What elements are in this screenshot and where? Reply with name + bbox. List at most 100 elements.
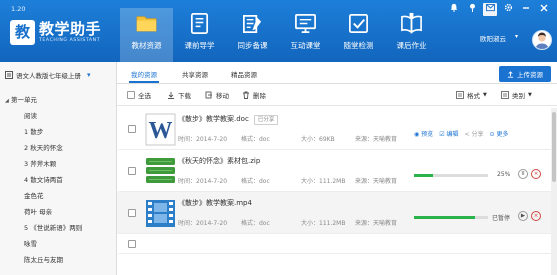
tree-item[interactable]: 金色花 <box>0 188 116 204</box>
tree-item[interactable]: 5 《世说新语》两则 <box>0 220 116 236</box>
download-icon <box>168 92 174 99</box>
resume-icon[interactable]: ▶ <box>518 211 528 221</box>
close-icon[interactable] <box>537 3 551 16</box>
file-title: 《秋天的怀念》素材包.zip <box>178 156 260 166</box>
file-list: W 《散步》教学教案.doc 已分享 时间：2014-7-20 格式：doc 大小… <box>117 108 557 254</box>
pin-icon[interactable] <box>465 3 479 16</box>
progress-status: 已暂停 <box>492 215 511 222</box>
list-item[interactable]: 《散步》教学教案.mp4 时间：2014-7-20 格式：doc 大小：111.… <box>117 192 557 234</box>
file-name: 《秋天的怀念》素材包.zip <box>178 157 261 165</box>
cancel-icon[interactable]: × <box>531 211 541 221</box>
folder-icon <box>136 16 157 32</box>
more-button[interactable]: ⊙ 更多 <box>489 129 508 138</box>
download-button[interactable]: 下载 <box>167 90 191 100</box>
file-source: 来源：天喻教育 <box>355 136 398 143</box>
chevron-down-icon: ▼ <box>483 92 487 98</box>
nav-tab-sync-prep[interactable]: 同步备课 <box>226 8 279 62</box>
avatar[interactable] <box>532 30 552 50</box>
tree-item[interactable]: 阅读 <box>0 108 116 124</box>
cancel-icon[interactable]: × <box>531 169 541 179</box>
nav-tab-textbook-resources[interactable]: 教材资源 <box>120 8 173 62</box>
checkbox[interactable] <box>127 91 135 99</box>
tree-item-label: 1 散步 <box>24 128 44 136</box>
upload-label: 上传资源 <box>517 71 543 79</box>
nav-tab-label: 互动课堂 <box>290 41 321 50</box>
message-icon[interactable] <box>483 3 497 16</box>
svg-text:W: W <box>149 118 173 144</box>
nav-tab-label: 课前导学 <box>184 41 215 50</box>
video-file-icon <box>146 200 175 227</box>
format-filter[interactable]: 格式 ▼ <box>456 90 487 100</box>
list-item[interactable]: 《秋天的怀念》素材包.zip 时间：2014-7-20 格式：doc 大小：11… <box>117 150 557 192</box>
status-badge: 已分享 <box>253 115 279 125</box>
row-checkbox[interactable] <box>128 240 136 248</box>
main-panel: 我的资源 共享资源 精品资源 上传资源 全选 下载 移动 删除 格式 ▼ 类别 … <box>117 62 557 275</box>
nav-tab-interactive-class[interactable]: 互动课堂 <box>279 8 332 62</box>
select-all-label: 全选 <box>138 92 151 100</box>
tree-item-label: 2 秋天的怀念 <box>24 144 63 152</box>
tree-item-label: 5 《世说新语》两则 <box>24 224 83 232</box>
file-name: 《散步》教学教案.mp4 <box>178 199 252 207</box>
tab-my-resources[interactable]: 我的资源 <box>129 69 159 83</box>
category-icon <box>501 91 509 99</box>
notebook-icon <box>190 13 209 34</box>
file-format: 格式：doc <box>241 220 270 227</box>
tree-item[interactable]: 陈太丘与友期 <box>0 252 116 268</box>
minimize-icon[interactable] <box>519 3 533 16</box>
category-filter[interactable]: 类别 ▼ <box>501 90 532 100</box>
format-label: 格式 <box>467 92 480 100</box>
list-item[interactable]: W 《散步》教学教案.doc 已分享 时间：2014-7-20 格式：doc 大小… <box>117 108 557 150</box>
nav-tab-pre-class[interactable]: 课前导学 <box>173 8 226 62</box>
upload-resource-button[interactable]: 上传资源 <box>499 66 551 82</box>
tree-item[interactable]: 咏雪 <box>0 236 116 252</box>
book-edit-icon <box>243 14 262 33</box>
logo-mark-icon: 教 <box>10 20 35 45</box>
row-checkbox[interactable] <box>128 209 136 217</box>
preview-button[interactable]: ◉ 预览 <box>414 129 433 138</box>
tree-item[interactable]: 2 秋天的怀念 <box>0 140 116 156</box>
tree-item-unit[interactable]: ◢ 第一单元 <box>0 92 116 108</box>
progress-fill <box>414 174 433 177</box>
scroll-thumb[interactable] <box>552 112 556 182</box>
textbook-selector[interactable]: 语文人教版七年级上册 ▾ <box>5 67 113 83</box>
list-item[interactable] <box>117 234 557 254</box>
book-open-icon <box>401 12 422 34</box>
share-label: 分享 <box>471 131 484 138</box>
settings-icon[interactable] <box>501 3 515 16</box>
move-button[interactable]: 移动 <box>205 90 229 100</box>
file-actions: ◉ 预览 ☑ 编辑 < 分享 ⊙ 更多 <box>414 129 508 138</box>
tree-item[interactable]: 1 散步 <box>0 124 116 140</box>
caret-down-icon: ◢ <box>5 98 9 104</box>
row-checkbox[interactable] <box>128 125 136 133</box>
tree-item-label: 咏雪 <box>24 240 37 248</box>
word-doc-icon: W <box>145 113 176 146</box>
file-format: 格式：doc <box>241 136 270 143</box>
download-progress <box>414 174 488 177</box>
tab-premium-resources[interactable]: 精品资源 <box>231 69 257 79</box>
file-size: 大小：111.2MB <box>301 178 346 185</box>
nav-tab-label: 教材资源 <box>131 41 162 50</box>
tab-shared-resources[interactable]: 共享资源 <box>182 69 208 79</box>
preview-label: 预览 <box>421 131 434 138</box>
pause-icon[interactable]: II <box>518 169 528 179</box>
select-all-checkbox[interactable]: 全选 <box>127 90 151 100</box>
nav-tab-homework[interactable]: 课后作业 <box>385 8 438 62</box>
file-size: 大小：111.2MB <box>301 220 346 227</box>
scrollbar[interactable] <box>551 108 557 275</box>
edit-button[interactable]: ☑ 编辑 <box>439 129 458 138</box>
file-toolbar: 全选 下载 移动 删除 格式 ▼ 类别 ▼ <box>117 84 557 106</box>
file-size: 大小：69KB <box>301 136 335 143</box>
tree-item[interactable]: 3 斧斧木颗 <box>0 156 116 172</box>
bell-icon[interactable] <box>447 3 461 16</box>
share-button[interactable]: < 分享 <box>465 129 484 138</box>
nav-tab-class-test[interactable]: 随堂检测 <box>332 8 385 62</box>
zip-archive-icon <box>146 158 175 183</box>
delete-button[interactable]: 删除 <box>242 90 266 100</box>
user-profile[interactable]: 欧阳淑云 ▾ <box>462 30 554 50</box>
file-time: 时间：2014-7-20 <box>178 136 228 143</box>
tree-item[interactable]: 荷叶 母亲 <box>0 204 116 220</box>
more-label: 更多 <box>496 131 509 138</box>
tree-item[interactable]: 4 散文诗两首 <box>0 172 116 188</box>
row-checkbox[interactable] <box>128 167 136 175</box>
chevron-down-icon: ▾ <box>87 71 91 79</box>
